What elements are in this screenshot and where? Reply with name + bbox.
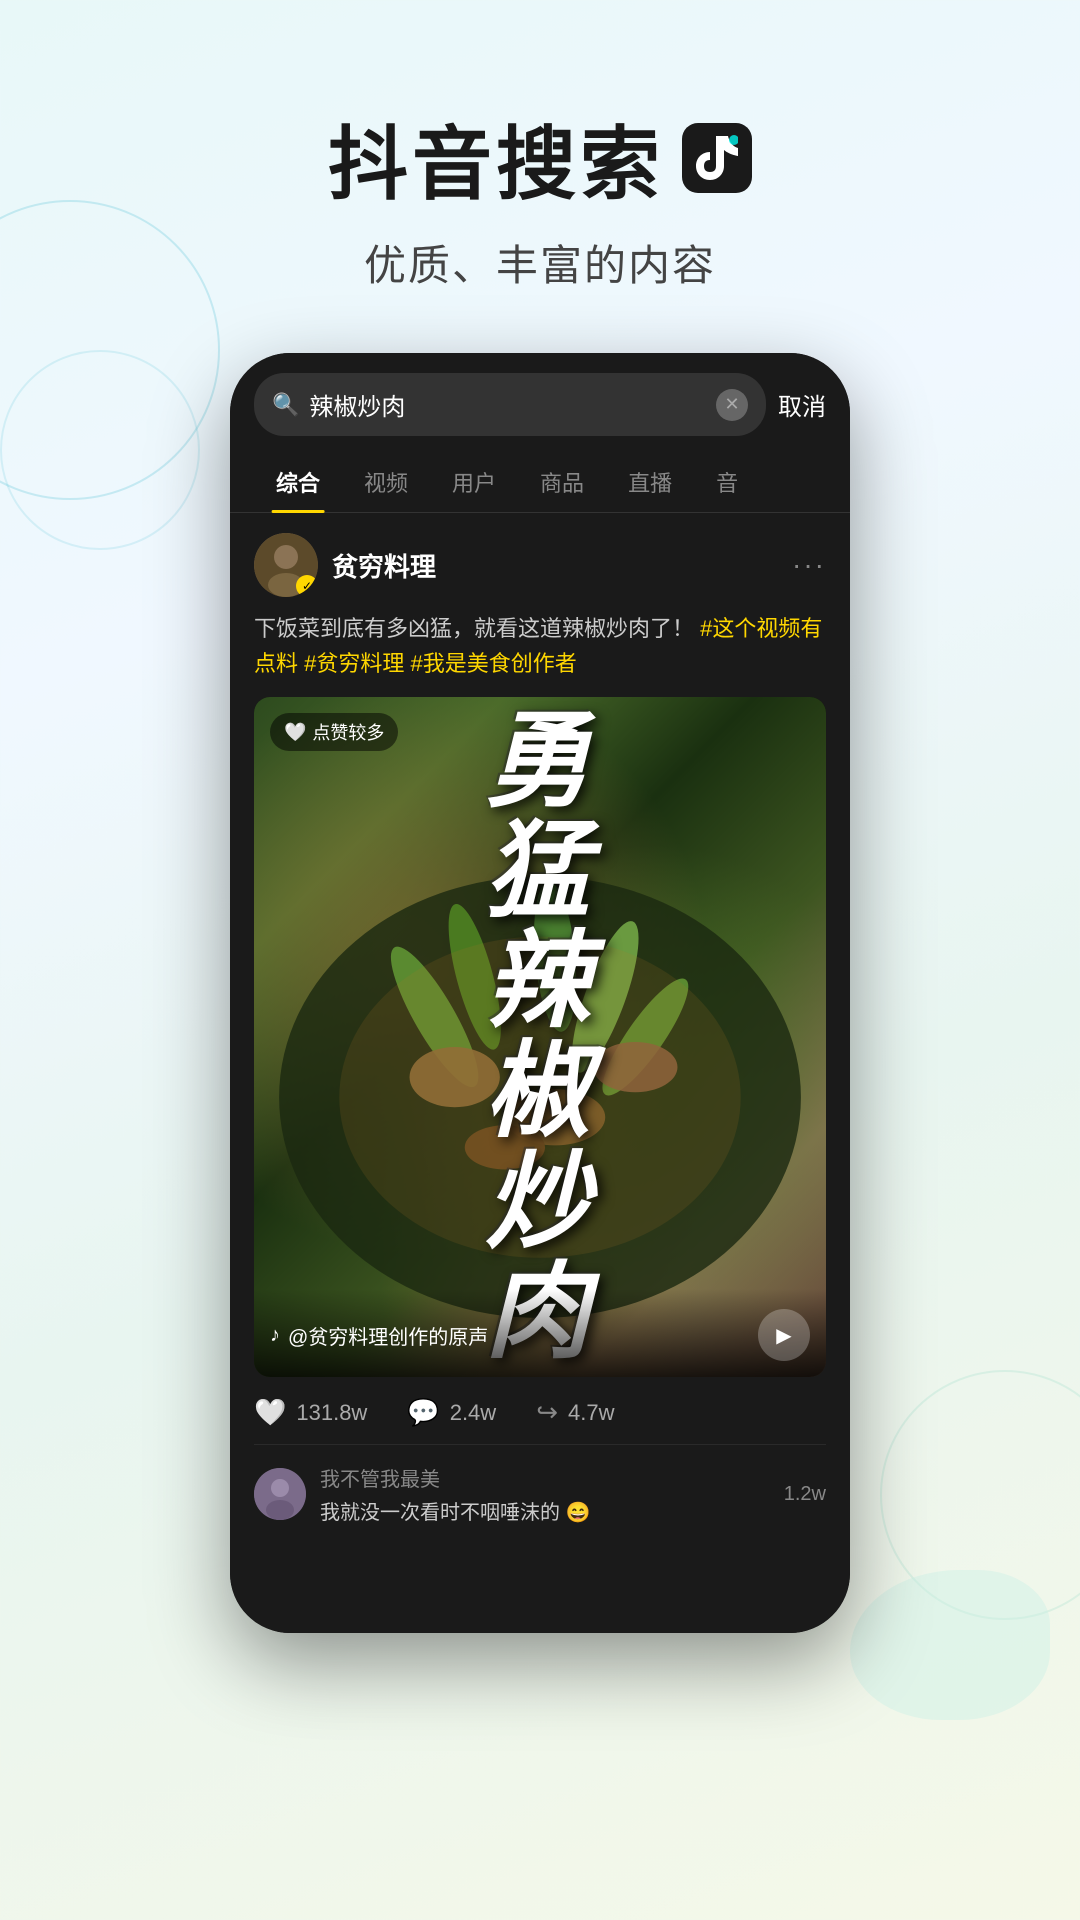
- search-icon: 🔍: [272, 392, 299, 418]
- likes-count: 131.8w: [296, 1400, 367, 1426]
- phone-body: 🔍 辣椒炒肉 ✕ 取消 综合 视频 用户 商品: [230, 353, 850, 1633]
- more-options-button[interactable]: ···: [792, 549, 826, 581]
- app-title: 抖音搜索: [0, 100, 1080, 216]
- subtitle: 优质、丰富的内容: [0, 232, 1080, 293]
- sound-info: ♪ @贫穷料理创作的原声: [270, 1321, 488, 1350]
- avatar[interactable]: ✓: [254, 533, 318, 597]
- shares-stat[interactable]: ↪ 4.7w: [536, 1397, 614, 1428]
- tab-用户[interactable]: 用户: [430, 452, 518, 512]
- user-card: ✓ 贫穷料理 ···: [254, 533, 826, 597]
- cancel-button[interactable]: 取消: [778, 387, 826, 422]
- phone-mockup: 🔍 辣椒炒肉 ✕ 取消 综合 视频 用户 商品: [0, 353, 1080, 1633]
- likes-stat[interactable]: 🤍 131.8w: [254, 1397, 367, 1428]
- comment-preview: 我不管我最美 我就没一次看时不咽唾沫的 😄 1.2w: [254, 1445, 826, 1525]
- comments-count: 2.4w: [450, 1400, 496, 1426]
- title-text: 抖音搜索: [328, 100, 664, 216]
- comment-text: 我就没一次看时不咽唾沫的 😄: [320, 1496, 770, 1525]
- tiktok-logo-icon: [682, 123, 752, 193]
- tiktok-small-icon: ♪: [270, 1324, 280, 1347]
- video-title-overlay: 勇猛辣椒炒肉: [254, 697, 826, 1377]
- comment-author: 我不管我最美: [320, 1463, 770, 1492]
- verified-badge: ✓: [296, 575, 318, 597]
- tab-商品[interactable]: 商品: [518, 452, 606, 512]
- search-input-wrap[interactable]: 🔍 辣椒炒肉 ✕: [254, 373, 766, 436]
- header: 抖音搜索 优质、丰富的内容: [0, 0, 1080, 333]
- username-label[interactable]: 贫穷料理: [332, 547, 436, 584]
- search-bar: 🔍 辣椒炒肉 ✕ 取消: [230, 353, 850, 452]
- video-overlay-title: 勇猛辣椒炒肉: [455, 707, 625, 1369]
- desc-normal-text: 下饭菜到底有多凶猛，就看这道辣椒炒肉了！: [254, 616, 694, 641]
- share-stat-icon: ↪: [536, 1397, 558, 1428]
- search-input[interactable]: 辣椒炒肉: [309, 387, 706, 422]
- comment-likes: 1.2w: [784, 1483, 826, 1506]
- tab-综合[interactable]: 综合: [254, 452, 342, 512]
- video-thumbnail[interactable]: 🤍 点赞较多 勇猛辣椒炒肉 ♪ @贫穷料理创作的原声: [254, 697, 826, 1377]
- tab-视频[interactable]: 视频: [342, 452, 430, 512]
- tab-音[interactable]: 音: [694, 452, 760, 512]
- heart-stat-icon: 🤍: [254, 1397, 286, 1428]
- tab-直播[interactable]: 直播: [606, 452, 694, 512]
- phone-screen: 🔍 辣椒炒肉 ✕ 取消 综合 视频 用户 商品: [230, 353, 850, 1633]
- user-info: ✓ 贫穷料理: [254, 533, 436, 597]
- comment-content: 我不管我最美 我就没一次看时不咽唾沫的 😄: [320, 1463, 770, 1525]
- post-description: 下饭菜到底有多凶猛，就看这道辣椒炒肉了！ #这个视频有点料 #贫穷料理 #我是美…: [254, 611, 826, 681]
- sound-text[interactable]: @贫穷料理创作的原声: [288, 1321, 488, 1350]
- play-button[interactable]: ▶: [758, 1309, 810, 1361]
- video-bottom-bar: ♪ @贫穷料理创作的原声 ▶: [254, 1289, 826, 1377]
- tab-bar: 综合 视频 用户 商品 直播 音: [230, 452, 850, 513]
- comments-stat[interactable]: 💬 2.4w: [407, 1397, 496, 1428]
- stats-row: 🤍 131.8w 💬 2.4w ↪ 4.7w: [254, 1377, 826, 1445]
- content-area: ✓ 贫穷料理 ··· 下饭菜到底有多凶猛，就看这道辣椒炒肉了！ #这个视频有点料…: [230, 513, 850, 1545]
- shares-count: 4.7w: [568, 1400, 614, 1426]
- comment-avatar: [254, 1468, 306, 1520]
- comment-stat-icon: 💬: [407, 1397, 439, 1428]
- clear-button[interactable]: ✕: [716, 389, 748, 421]
